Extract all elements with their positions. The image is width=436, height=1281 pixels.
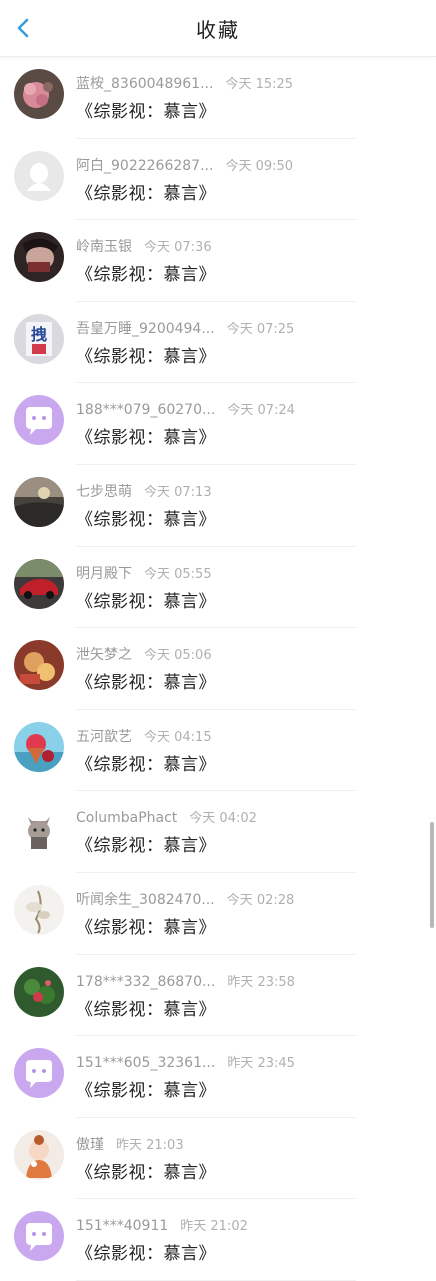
avatar[interactable]	[14, 640, 64, 691]
list-item[interactable]: 阿白_9022266287... 今天 09:50 《综影视：慕言》	[0, 139, 436, 221]
book-title[interactable]: 《综影视：慕言》	[76, 179, 216, 204]
timestamp: 昨天 21:02	[180, 1219, 248, 1235]
item-meta: 明月殿下 今天 05:55	[76, 563, 212, 583]
user-name[interactable]: 178***332_86870...	[76, 974, 215, 990]
top-bar: 收藏	[0, 0, 436, 57]
avatar[interactable]	[14, 1129, 64, 1180]
avatar[interactable]	[14, 966, 64, 1017]
avatar[interactable]	[14, 395, 64, 446]
book-title[interactable]: 《综影视：慕言》	[76, 587, 216, 612]
item-meta: 泄矢梦之 今天 05:06	[76, 644, 212, 664]
list-item[interactable]: 151***605_32361... 昨天 23:45 《综影视：慕言》	[0, 1036, 436, 1118]
book-title[interactable]: 《综影视：慕言》	[76, 342, 216, 367]
timestamp: 昨天 23:58	[227, 974, 295, 990]
list-item[interactable]: 明月殿下 今天 05:55 《综影视：慕言》	[0, 547, 436, 629]
user-name[interactable]: 蓝桉_8360048961...	[76, 73, 213, 93]
page-title: 收藏	[196, 18, 240, 42]
user-name[interactable]: 吾皇万睡_9200494...	[76, 318, 215, 338]
item-meta: 五河歆艺 今天 04:15	[76, 726, 212, 746]
user-name[interactable]: 151***40911	[76, 1218, 168, 1234]
item-meta: 阿白_9022266287... 今天 09:50	[76, 155, 293, 175]
item-meta: 蓝桉_8360048961... 今天 15:25	[76, 73, 293, 93]
book-title[interactable]: 《综影视：慕言》	[76, 995, 216, 1020]
svg-text:拽: 拽	[31, 325, 47, 344]
avatar[interactable]	[14, 232, 64, 283]
timestamp: 今天 15:25	[225, 77, 294, 92]
timestamp: 昨天 21:03	[116, 1137, 184, 1153]
avatar[interactable]	[14, 1048, 64, 1099]
list-item[interactable]: ColumbaPhact 今天 04:02 《综影视：慕言》	[0, 791, 436, 873]
book-title[interactable]: 《综影视：慕言》	[76, 97, 216, 122]
avatar[interactable]	[14, 721, 64, 772]
avatar[interactable]	[14, 69, 64, 119]
book-title[interactable]: 《综影视：慕言》	[76, 831, 216, 856]
list-item[interactable]: 蓝桉_8360048961... 今天 15:25 《综影视：慕言》	[0, 57, 436, 139]
list-item[interactable]: 岭南玉银 今天 07:36 《综影视：慕言》	[0, 220, 436, 302]
book-title[interactable]: 《综影视：慕言》	[76, 1076, 216, 1101]
list-item[interactable]: 听闻余生_3082470... 今天 02:28 《综影视：慕言》	[0, 873, 436, 955]
user-name[interactable]: 188***079_60270...	[76, 402, 215, 418]
book-title[interactable]: 《综影视：慕言》	[76, 260, 216, 285]
user-name[interactable]: 听闻余生_3082470...	[76, 889, 215, 909]
user-name[interactable]: 傲瑾	[76, 1134, 104, 1154]
list-item[interactable]: 七步思萌 今天 07:13 《综影视：慕言》	[0, 465, 436, 547]
list-item[interactable]: 151***40911 昨天 21:02 《综影视：慕言》	[0, 1199, 436, 1281]
list-item[interactable]: 拽 吾皇万睡_9200494... 今天 07:25 《综影视：慕言》	[0, 302, 436, 384]
list-item[interactable]: 188***079_60270... 今天 07:24 《综影视：慕言》	[0, 383, 436, 465]
item-meta: ColumbaPhact 今天 04:02	[76, 807, 257, 826]
avatar[interactable]	[14, 884, 64, 935]
user-name[interactable]: 泄矢梦之	[76, 644, 132, 664]
item-meta: 151***40911 昨天 21:02	[76, 1215, 248, 1234]
favorites-list: 蓝桉_8360048961... 今天 15:25 《综影视：慕言》 阿白_90222…	[0, 57, 436, 1281]
chevron-left-icon	[17, 18, 29, 38]
timestamp: 今天 05:06	[144, 648, 212, 664]
timestamp: 今天 02:28	[226, 892, 295, 908]
timestamp: 今天 09:50	[225, 158, 294, 174]
book-title[interactable]: 《综影视：慕言》	[76, 750, 216, 775]
book-title[interactable]: 《综影视：慕言》	[76, 505, 216, 530]
scrollbar[interactable]	[430, 822, 434, 928]
user-name[interactable]: 151***605_32361...	[76, 1055, 215, 1071]
book-title[interactable]: 《综影视：慕言》	[76, 423, 216, 448]
list-item[interactable]: 178***332_86870... 昨天 23:58 《综影视：慕言》	[0, 955, 436, 1037]
list-item[interactable]: 五河歆艺 今天 04:15 《综影视：慕言》	[0, 710, 436, 792]
user-name[interactable]: 五河歆艺	[76, 726, 132, 746]
item-meta: 岭南玉银 今天 07:36	[76, 236, 212, 256]
book-title[interactable]: 《综影视：慕言》	[76, 913, 216, 938]
item-meta: 听闻余生_3082470... 今天 02:28	[76, 889, 294, 909]
book-title[interactable]: 《综影视：慕言》	[76, 1158, 216, 1183]
list-item[interactable]: 傲瑾 昨天 21:03 《综影视：慕言》	[0, 1118, 436, 1200]
list-item[interactable]: 泄矢梦之 今天 05:06 《综影视：慕言》	[0, 628, 436, 710]
user-name[interactable]: 阿白_9022266287...	[76, 155, 213, 175]
avatar[interactable]	[14, 150, 64, 201]
item-meta: 178***332_86870... 昨天 23:58	[76, 971, 295, 990]
timestamp: 今天 04:02	[189, 811, 257, 827]
user-name[interactable]: 七步思萌	[76, 481, 132, 501]
avatar[interactable]	[14, 1211, 64, 1262]
user-name[interactable]: 岭南玉银	[76, 236, 132, 256]
avatar[interactable]	[14, 803, 64, 854]
book-title[interactable]: 《综影视：慕言》	[76, 1239, 216, 1264]
item-meta: 吾皇万睡_9200494... 今天 07:25	[76, 318, 294, 338]
item-meta: 七步思萌 今天 07:13	[76, 481, 212, 501]
item-meta: 151***605_32361... 昨天 23:45	[76, 1052, 295, 1071]
book-title[interactable]: 《综影视：慕言》	[76, 668, 216, 693]
user-name[interactable]: ColumbaPhact	[76, 810, 177, 826]
avatar[interactable]: 拽	[14, 313, 64, 364]
item-meta: 188***079_60270... 今天 07:24	[76, 399, 295, 418]
timestamp: 今天 05:55	[144, 566, 212, 582]
item-meta: 傲瑾 昨天 21:03	[76, 1134, 184, 1154]
timestamp: 今天 04:15	[144, 729, 212, 745]
timestamp: 今天 07:24	[227, 403, 295, 419]
timestamp: 昨天 23:45	[227, 1056, 295, 1072]
user-name[interactable]: 明月殿下	[76, 563, 132, 583]
back-button[interactable]	[10, 14, 38, 42]
avatar[interactable]	[14, 558, 64, 609]
avatar[interactable]	[14, 476, 64, 527]
timestamp: 今天 07:25	[226, 321, 295, 337]
timestamp: 今天 07:13	[144, 484, 212, 500]
timestamp: 今天 07:36	[144, 240, 212, 256]
